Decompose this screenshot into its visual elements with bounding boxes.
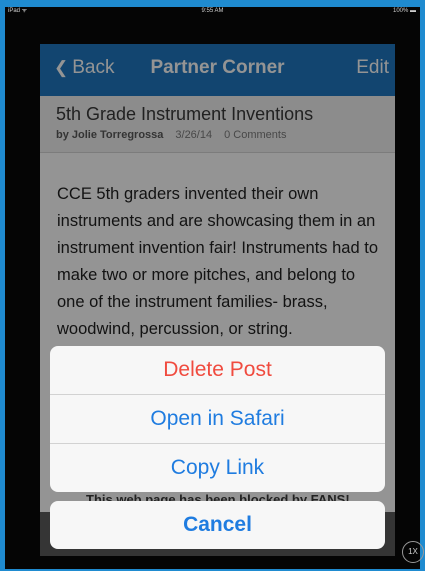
cancel-button[interactable]: Cancel: [50, 501, 385, 549]
open-in-safari-button[interactable]: Open in Safari: [50, 395, 385, 444]
status-time: 9:55 AM: [201, 8, 224, 14]
status-bar: iPad ᯤ 9:55 AM 100% ▬: [5, 7, 420, 16]
delete-post-button[interactable]: Delete Post: [50, 346, 385, 395]
app-screen: ❮ Back Partner Corner Edit 5th Grade Inst…: [40, 44, 395, 556]
action-sheet: Delete Post Open in Safari Copy Link: [50, 346, 385, 492]
copy-link-button[interactable]: Copy Link: [50, 444, 385, 492]
battery-indicator: 100% ▬: [392, 8, 416, 14]
zoom-badge[interactable]: 1X: [402, 541, 424, 563]
ipad-device-frame: iPad ᯤ 9:55 AM 100% ▬ ❮ Back Partner Corn…: [5, 7, 420, 569]
